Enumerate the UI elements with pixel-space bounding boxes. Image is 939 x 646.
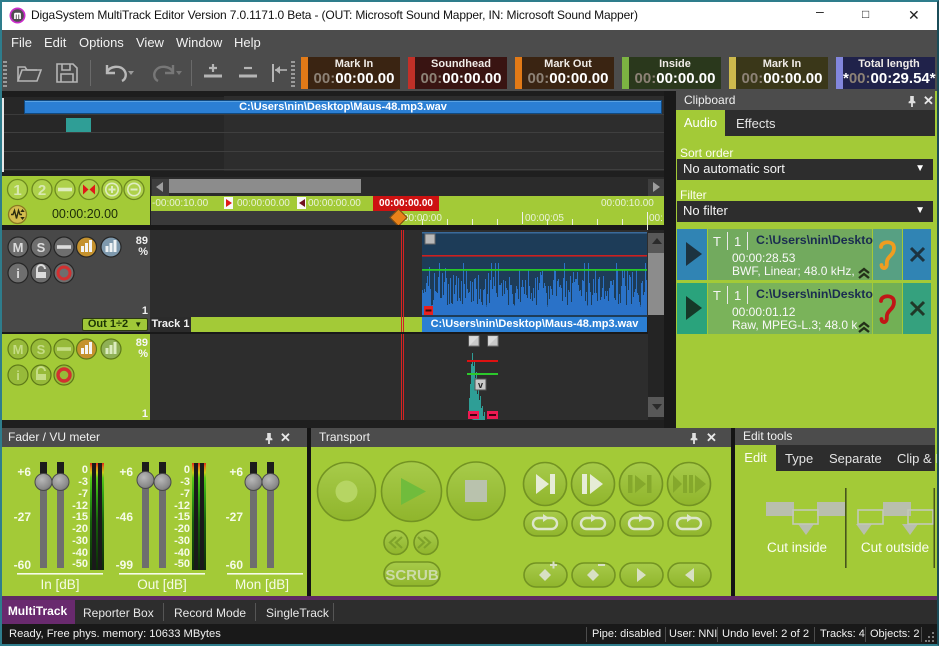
svg-text:M: M: [13, 342, 24, 357]
svg-text:1: 1: [13, 182, 21, 199]
svg-text:-7: -7: [180, 488, 190, 500]
svg-text:-27: -27: [14, 510, 32, 524]
svg-text:i: i: [16, 266, 20, 281]
svg-text:-30: -30: [174, 535, 190, 547]
svg-text:-60: -60: [226, 558, 244, 572]
svg-text:-20: -20: [174, 523, 190, 535]
svg-text:-20: -20: [72, 523, 88, 535]
svg-text:Cut outside: Cut outside: [861, 540, 929, 555]
svg-text:-15: -15: [72, 511, 88, 523]
svg-text:-27: -27: [226, 510, 244, 524]
svg-text:0: 0: [82, 464, 88, 476]
svg-text:S: S: [37, 240, 46, 255]
svg-text:0: 0: [184, 464, 190, 476]
svg-text:%: %: [138, 246, 148, 258]
svg-text:2: 2: [38, 182, 46, 199]
svg-text:-3: -3: [78, 476, 88, 488]
svg-text:-50: -50: [72, 558, 88, 570]
svg-text:-99: -99: [116, 558, 134, 572]
svg-text:+6: +6: [17, 465, 31, 479]
svg-text:00:00:20.00: 00:00:20.00: [52, 207, 118, 221]
svg-text:+6: +6: [229, 465, 243, 479]
svg-text:1: 1: [142, 305, 148, 317]
svg-text:-50: -50: [174, 558, 190, 570]
svg-text:SCRUB: SCRUB: [385, 567, 439, 584]
svg-text:-15: -15: [174, 511, 190, 523]
svg-text:-3: -3: [180, 476, 190, 488]
svg-text:i: i: [16, 368, 20, 383]
svg-text:+6: +6: [119, 465, 133, 479]
svg-text:v: v: [478, 380, 483, 390]
svg-text:In [dB]: In [dB]: [40, 577, 79, 592]
svg-text:M: M: [13, 240, 24, 255]
svg-text:-60: -60: [14, 558, 32, 572]
svg-text:1: 1: [142, 408, 148, 420]
svg-text:Mon [dB]: Mon [dB]: [235, 577, 289, 592]
svg-text:-7: -7: [78, 488, 88, 500]
svg-text:Out [dB]: Out [dB]: [137, 577, 187, 592]
svg-text:%: %: [138, 348, 148, 360]
svg-text:Cut inside: Cut inside: [767, 540, 827, 555]
svg-text:-30: -30: [72, 535, 88, 547]
svg-text:-46: -46: [116, 510, 134, 524]
svg-text:S: S: [37, 342, 46, 357]
